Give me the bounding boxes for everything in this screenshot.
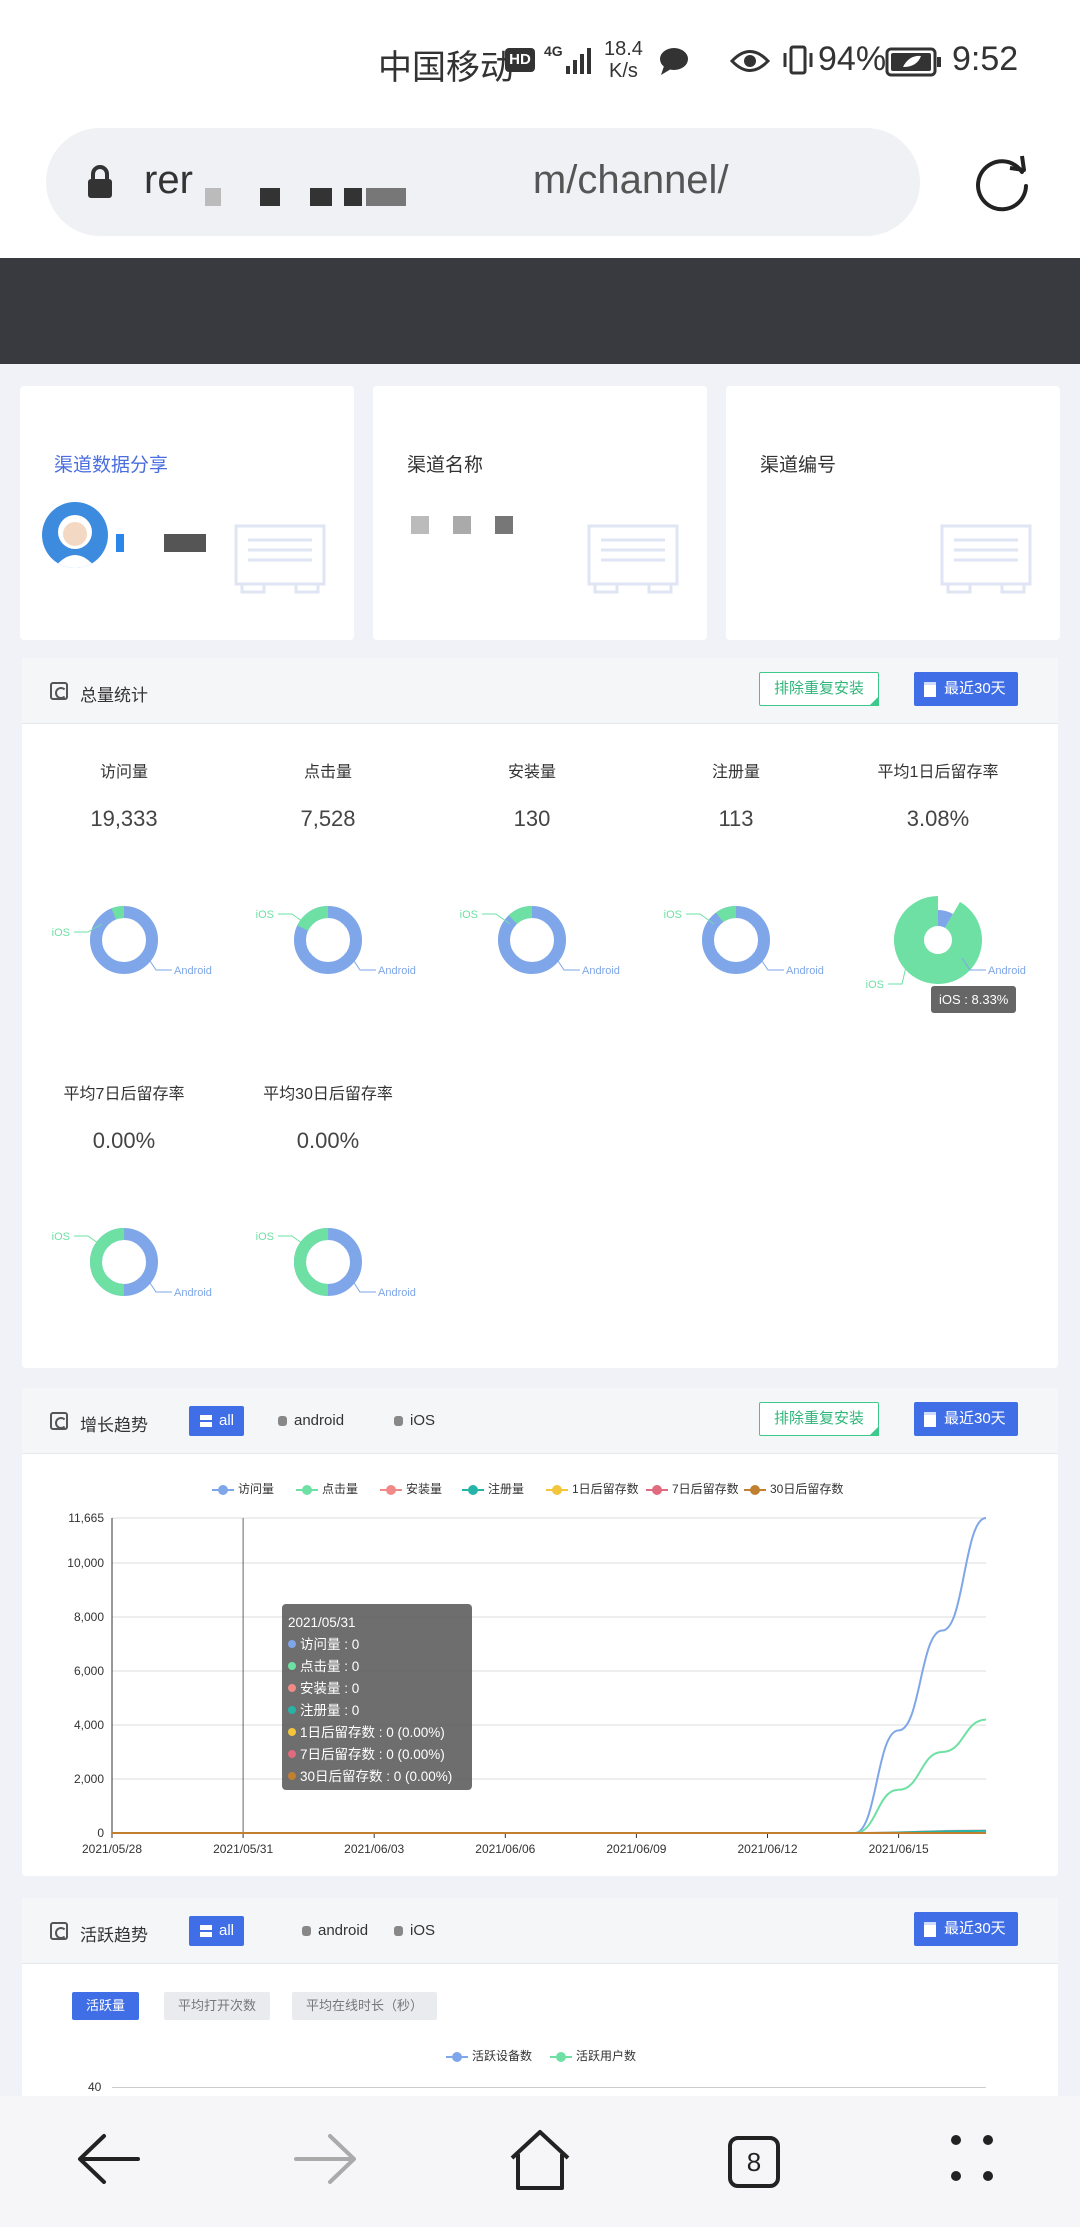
tooltip-text: 点击量 : 0 bbox=[300, 1659, 360, 1674]
legend-item[interactable]: 活跃设备数 bbox=[446, 2047, 532, 2064]
tooltip-dot bbox=[288, 1684, 296, 1692]
y-tick-label: 6,000 bbox=[74, 1664, 104, 1678]
tooltip-dot bbox=[288, 1662, 296, 1670]
tooltip-text: 访问量 : 0 bbox=[300, 1637, 360, 1652]
tooltip-text: 注册量 : 0 bbox=[300, 1703, 360, 1718]
subtab-avg-online-time[interactable]: 平均在线时长（秒） bbox=[292, 1992, 438, 2020]
panel-title: 活跃趋势 bbox=[80, 1926, 148, 1945]
refresh-icon[interactable] bbox=[50, 1922, 68, 1940]
tooltip-dot bbox=[288, 1706, 296, 1714]
y-tick-label: 8,000 bbox=[74, 1610, 104, 1624]
tooltip-row: 点击量 : 0 bbox=[288, 1656, 466, 1678]
legend-label: 活跃设备数 bbox=[472, 2049, 533, 2063]
back-arrow-icon[interactable] bbox=[70, 2124, 150, 2194]
tooltip-text: 安装量 : 0 bbox=[300, 1681, 360, 1696]
y-tick-label: 0 bbox=[97, 1826, 104, 1840]
tooltip-row: 1日后留存数 : 0 (0.00%) bbox=[288, 1722, 466, 1744]
x-tick-label: 2021/06/12 bbox=[737, 1842, 797, 1856]
tab-switcher-button[interactable]: 8 bbox=[728, 2136, 780, 2188]
tooltip-row: 7日后留存数 : 0 (0.00%) bbox=[288, 1744, 466, 1766]
y-tick-label: 2,000 bbox=[74, 1772, 104, 1786]
x-tick-label: 2021/05/31 bbox=[213, 1842, 273, 1856]
tab-ios[interactable]: iOS bbox=[392, 1916, 435, 1946]
y-tick-label: 4,000 bbox=[74, 1718, 104, 1732]
forward-arrow-icon[interactable] bbox=[284, 2124, 364, 2194]
tooltip-text: 1日后留存数 : 0 (0.00%) bbox=[300, 1725, 445, 1740]
x-tick-label: 2021/06/09 bbox=[606, 1842, 666, 1856]
growth-line-chart: 11,665 10,000 8,000 6,000 4,000 2,000 0 2021/05… bbox=[67, 1511, 987, 1856]
tooltip-dot bbox=[288, 1772, 296, 1780]
tooltip-row: 访问量 : 0 bbox=[288, 1634, 466, 1656]
chart-tooltip: 2021/05/31 访问量 : 0 点击量 : 0 安装量 : 0 注册量 : 0 1… bbox=[282, 1604, 472, 1790]
home-icon[interactable] bbox=[500, 2124, 580, 2194]
legend-item[interactable]: 活跃用户数 bbox=[550, 2047, 636, 2064]
panel-header: 活跃趋势 all android iOS 最近30天 bbox=[22, 1898, 1058, 1964]
tooltip-text: 30日后留存数 : 0 (0.00%) bbox=[300, 1769, 453, 1784]
y-tick-label: 40 bbox=[88, 2080, 102, 2094]
subtab-avg-opens[interactable]: 平均打开次数 bbox=[164, 1992, 271, 2020]
legend-label: 活跃用户数 bbox=[576, 2049, 637, 2063]
gridline bbox=[112, 2087, 986, 2088]
x-tick-label: 2021/05/28 bbox=[82, 1842, 142, 1856]
more-menu-icon[interactable] bbox=[932, 2124, 1012, 2194]
tooltip-date: 2021/05/31 bbox=[288, 1615, 356, 1630]
date-range-button[interactable]: 最近30天 bbox=[914, 1912, 1018, 1946]
x-tick-label: 2021/06/06 bbox=[475, 1842, 535, 1856]
tooltip-dot bbox=[288, 1640, 296, 1648]
tooltip-text: 7日后留存数 : 0 (0.00%) bbox=[300, 1747, 445, 1762]
y-tick-label: 11,665 bbox=[68, 1511, 104, 1525]
x-tick-label: 2021/06/15 bbox=[869, 1842, 929, 1856]
tooltip-row: 安装量 : 0 bbox=[288, 1678, 466, 1700]
series-line bbox=[854, 1718, 987, 1834]
tooltip-row: 注册量 : 0 bbox=[288, 1700, 466, 1722]
tab-android[interactable]: android bbox=[300, 1916, 368, 1946]
tooltip-dot bbox=[288, 1750, 296, 1758]
tooltip-dot bbox=[288, 1728, 296, 1736]
tooltip-row: 30日后留存数 : 0 (0.00%) bbox=[288, 1766, 466, 1788]
y-tick-label: 10,000 bbox=[67, 1556, 104, 1570]
tab-all[interactable]: all bbox=[189, 1916, 245, 1946]
x-tick-label: 2021/06/03 bbox=[344, 1842, 404, 1856]
subtab-active-count[interactable]: 活跃量 bbox=[72, 1992, 140, 2020]
series-line bbox=[854, 1517, 987, 1834]
